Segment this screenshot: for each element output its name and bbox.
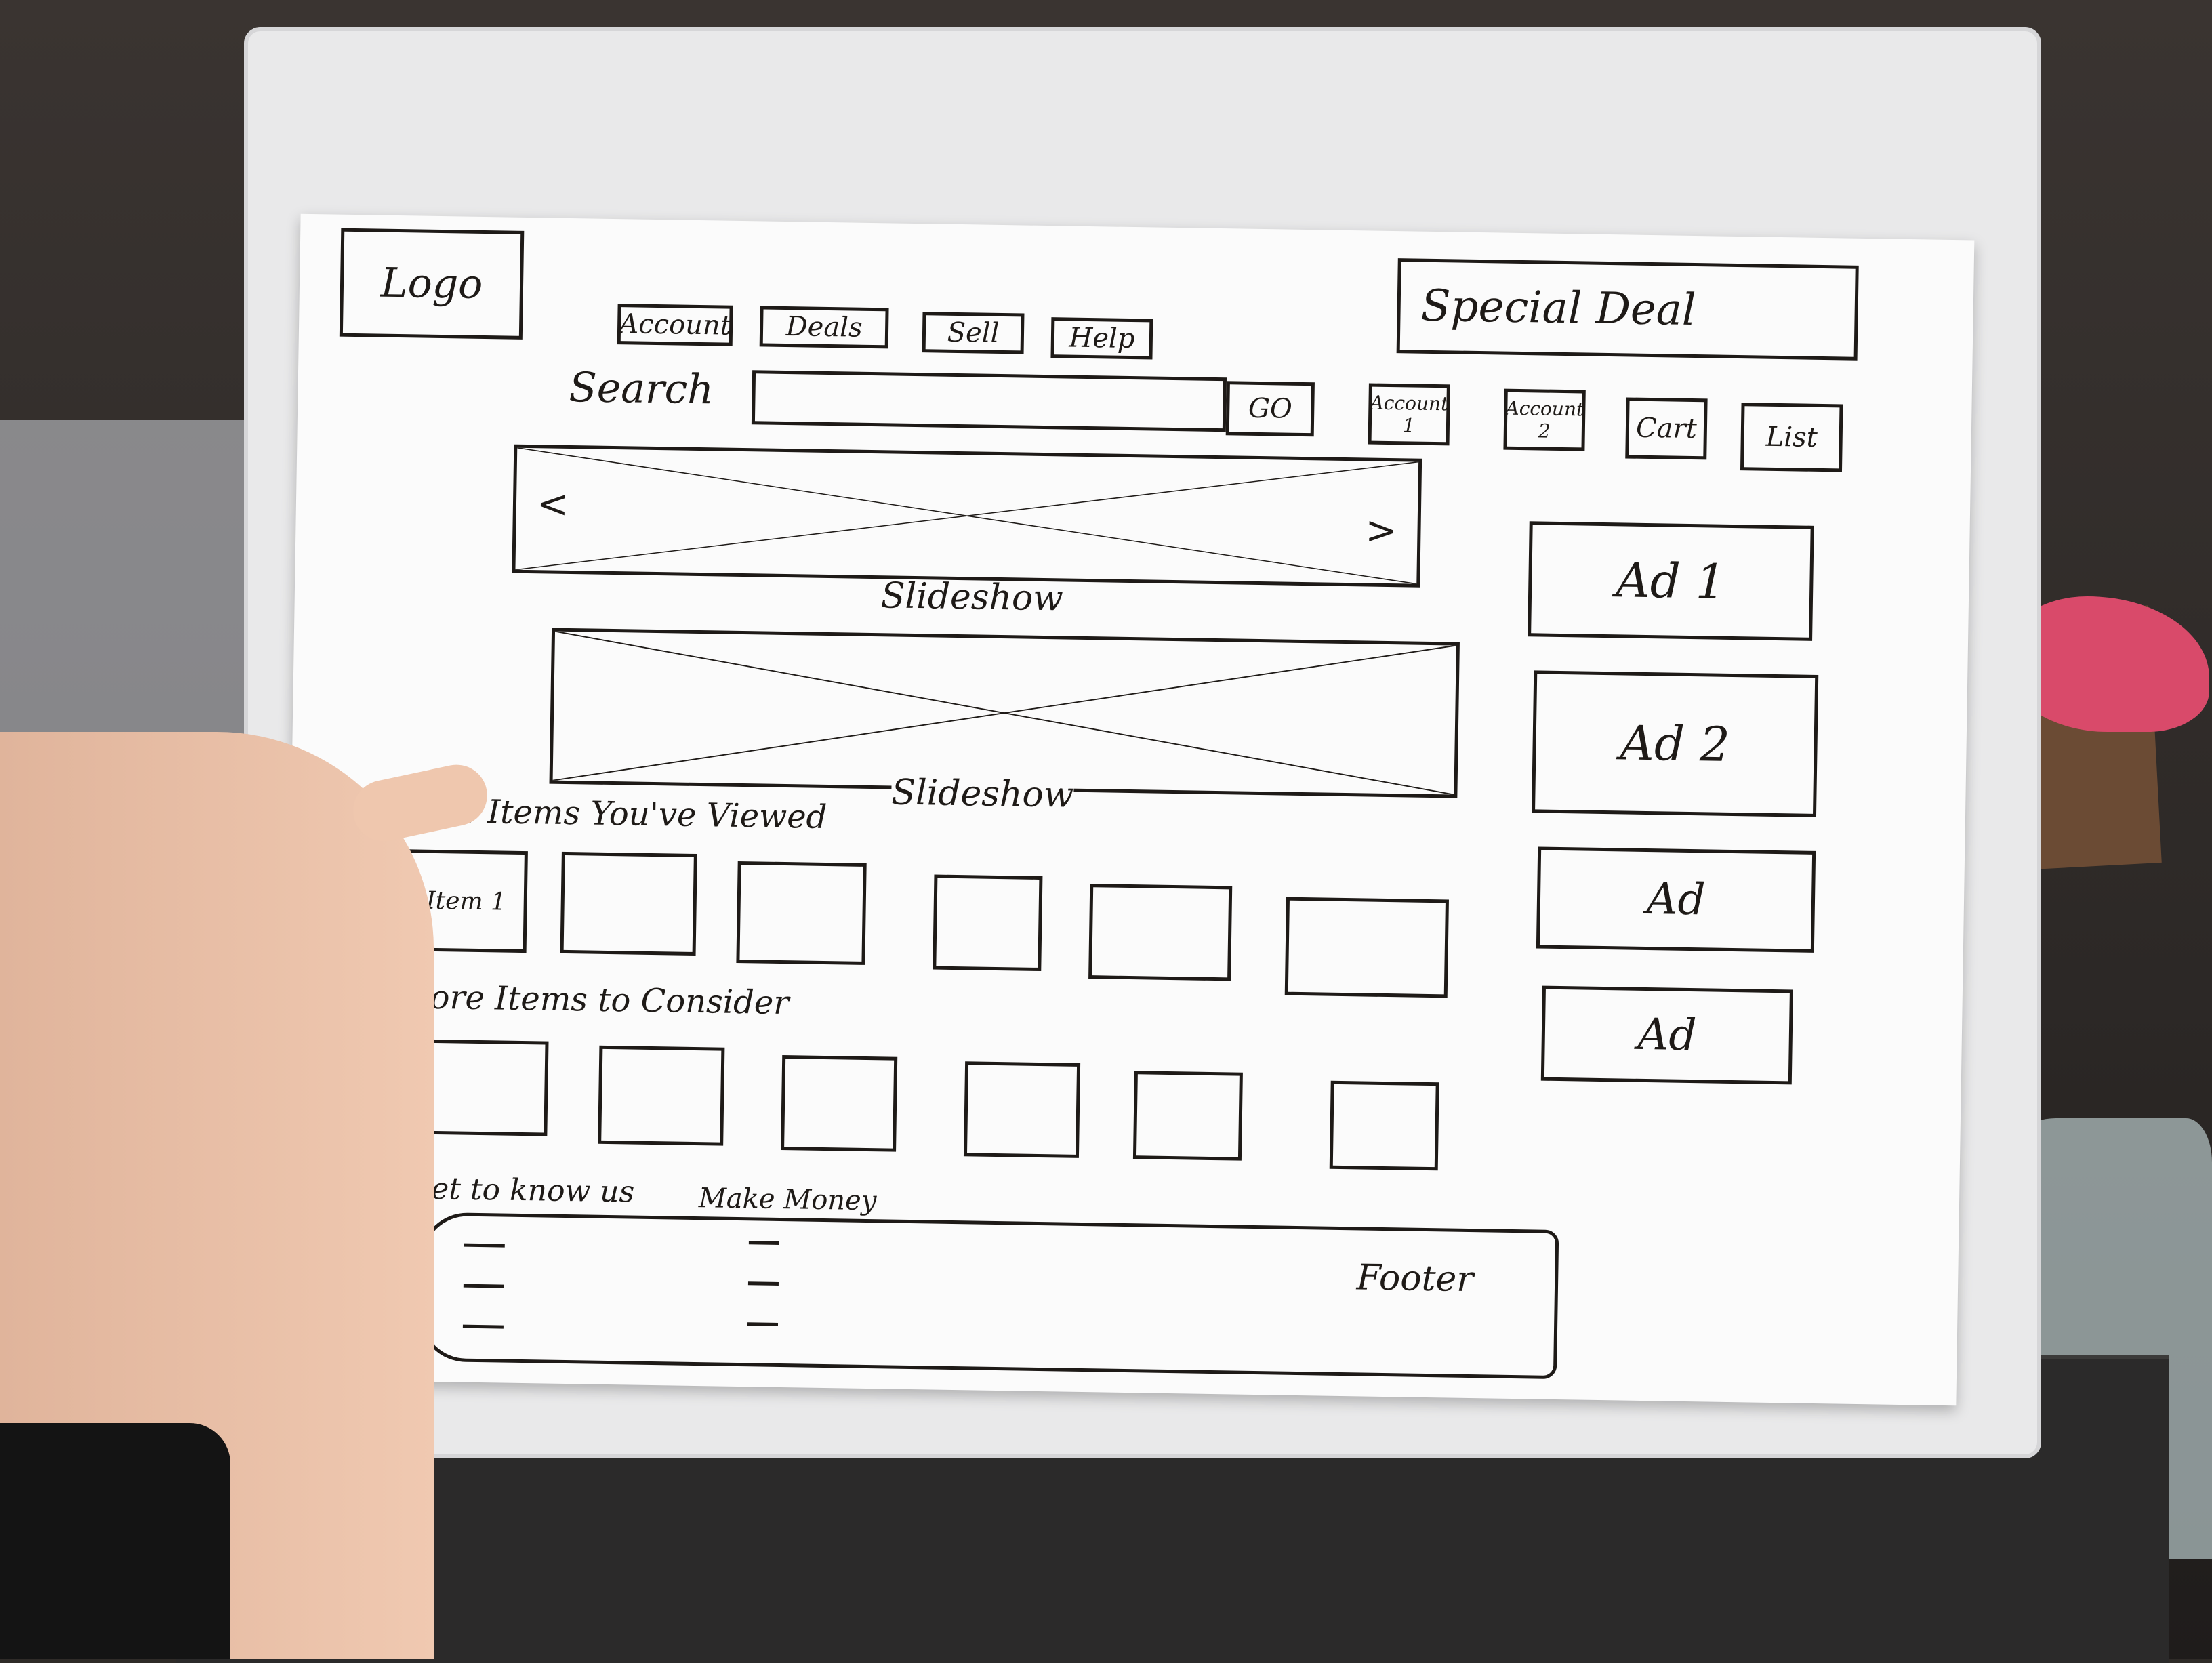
ad-2-label: Ad 2 bbox=[1619, 715, 1731, 773]
search-go-button[interactable]: GO bbox=[1225, 381, 1315, 437]
logo-label: Logo bbox=[380, 259, 483, 308]
search-input[interactable] bbox=[751, 370, 1227, 432]
ad-4-label: Ad bbox=[1637, 1009, 1698, 1061]
viewed-item-5[interactable] bbox=[1088, 884, 1233, 981]
ad-1-box[interactable]: Ad 1 bbox=[1528, 521, 1814, 641]
viewed-item-4[interactable] bbox=[933, 874, 1043, 972]
slideshow-1-label: Slideshow bbox=[880, 575, 1064, 619]
wrist-watch bbox=[0, 1423, 230, 1659]
footer-link[interactable] bbox=[463, 1284, 504, 1288]
footer-link[interactable] bbox=[462, 1324, 504, 1329]
ad-4-box[interactable]: Ad bbox=[1540, 985, 1793, 1085]
list-link[interactable]: List bbox=[1740, 403, 1843, 472]
nav-sell-label: Sell bbox=[947, 316, 1000, 349]
account-2-link[interactable]: Account 2 bbox=[1503, 388, 1586, 451]
slideshow-prev-arrow[interactable]: < bbox=[536, 482, 569, 527]
more-item-2[interactable] bbox=[598, 1045, 725, 1146]
search-label: Search bbox=[569, 363, 714, 414]
more-item-5[interactable] bbox=[1132, 1071, 1243, 1161]
nav-deals-label: Deals bbox=[785, 310, 863, 344]
nav-help-button[interactable]: Help bbox=[1050, 317, 1153, 360]
special-deal-banner[interactable]: Special Deal bbox=[1396, 258, 1859, 361]
wireframe-sketch: Logo Account Deals Sell Help Special Dea… bbox=[282, 213, 1975, 1406]
more-item-3[interactable] bbox=[781, 1055, 898, 1152]
footer-box: Footer bbox=[418, 1212, 1559, 1380]
more-item-1[interactable] bbox=[418, 1039, 549, 1136]
footer-label: Footer bbox=[1356, 1257, 1474, 1300]
nav-account-button[interactable]: Account bbox=[617, 304, 733, 346]
slideshow-next-arrow[interactable]: > bbox=[1365, 508, 1397, 553]
more-item-4[interactable] bbox=[963, 1061, 1081, 1158]
footer-link[interactable] bbox=[747, 1281, 779, 1286]
ad-2-box[interactable]: Ad 2 bbox=[1532, 670, 1819, 817]
account-2-label: Account 2 bbox=[1505, 396, 1584, 443]
cart-label: Cart bbox=[1635, 412, 1698, 445]
nav-help-label: Help bbox=[1069, 322, 1135, 355]
ad-1-label: Ad 1 bbox=[1615, 552, 1727, 610]
nav-deals-button[interactable]: Deals bbox=[759, 306, 889, 349]
viewed-item-2[interactable] bbox=[560, 851, 697, 956]
footer-col1-heading: Get to know us bbox=[407, 1171, 635, 1210]
logo-box[interactable]: Logo bbox=[339, 228, 525, 340]
more-items-title: More Items to Consider bbox=[396, 978, 790, 1023]
search-go-label: GO bbox=[1248, 392, 1293, 425]
footer-link[interactable] bbox=[747, 1322, 779, 1326]
account-1-link[interactable]: Account 1 bbox=[1368, 383, 1450, 446]
slideshow-2[interactable]: Slideshow bbox=[549, 628, 1460, 816]
footer-link[interactable] bbox=[748, 1241, 779, 1245]
placeholder-cross bbox=[515, 447, 1419, 584]
viewed-item-1-label: Item 1 bbox=[426, 886, 507, 916]
ad-3-box[interactable]: Ad bbox=[1536, 846, 1816, 953]
account-1-label: Account 1 bbox=[1370, 391, 1449, 437]
ad-3-label: Ad bbox=[1645, 874, 1706, 926]
slideshow-2-label: Slideshow bbox=[890, 772, 1074, 816]
slideshow-1[interactable]: < > Slideshow bbox=[512, 444, 1422, 619]
special-deal-label: Special Deal bbox=[1420, 281, 1697, 336]
footer-link[interactable] bbox=[464, 1243, 505, 1248]
nav-sell-button[interactable]: Sell bbox=[922, 312, 1025, 354]
footer-col2-heading: Make Money bbox=[698, 1183, 877, 1217]
more-item-6[interactable] bbox=[1329, 1080, 1439, 1171]
list-label: List bbox=[1765, 421, 1818, 453]
placeholder-cross bbox=[552, 631, 1456, 795]
nav-account-label: Account bbox=[619, 308, 732, 342]
cart-link[interactable]: Cart bbox=[1625, 397, 1708, 460]
viewed-item-3[interactable] bbox=[736, 861, 867, 965]
viewed-item-6[interactable] bbox=[1284, 897, 1449, 998]
